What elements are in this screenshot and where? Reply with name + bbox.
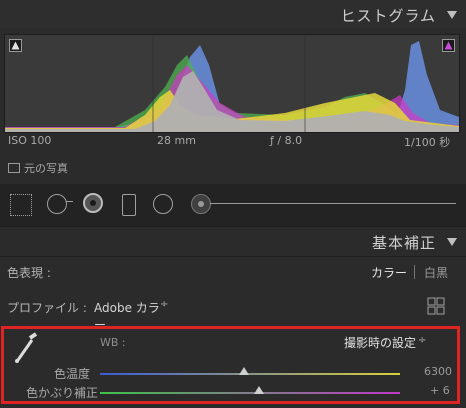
histogram-display	[4, 34, 460, 133]
profile-label: プロファイル :	[7, 301, 87, 315]
exif-focal-length: 28 mm	[157, 134, 196, 147]
treatment-bw-option[interactable]: 白黒	[424, 264, 448, 281]
tool-strip	[0, 184, 466, 226]
basic-panel-header[interactable]: 基本補正	[0, 227, 466, 255]
adjustment-brush-icon[interactable]	[191, 194, 211, 214]
temp-value[interactable]: 6300	[424, 365, 452, 378]
radial-filter-icon[interactable]	[153, 194, 173, 214]
exif-iso: ISO 100	[8, 134, 52, 147]
spot-removal-icon[interactable]	[47, 194, 67, 214]
exif-aperture: ƒ / 8.0	[270, 134, 303, 147]
section-divider	[0, 256, 466, 257]
profile-arrows-icon: ÷	[160, 299, 169, 310]
treatment-color-option[interactable]: カラー	[371, 264, 407, 281]
temp-slider-track[interactable]	[100, 373, 400, 375]
tint-slider-track[interactable]	[100, 392, 400, 394]
tint-value[interactable]: + 6	[430, 384, 450, 397]
wb-preset-arrows-icon: ÷	[418, 335, 427, 346]
graduated-filter-icon[interactable]	[122, 194, 136, 216]
basic-panel-title: 基本補正	[371, 234, 436, 252]
tint-slider-thumb[interactable]	[254, 386, 264, 394]
histogram-panel-header[interactable]: ヒストグラム	[0, 0, 466, 28]
histogram-title: ヒストグラム	[340, 7, 436, 25]
spot-removal-arrow-icon	[66, 201, 73, 202]
exif-shutter: 1/100 秒	[404, 136, 451, 149]
redeye-correction-icon[interactable]	[83, 193, 103, 213]
brush-size-track[interactable]	[210, 203, 456, 204]
collapse-triangle-icon[interactable]	[447, 11, 457, 19]
redeye-pupil-icon	[90, 200, 96, 206]
collapse-triangle-icon[interactable]	[447, 238, 457, 246]
wb-eyedropper-icon[interactable]	[10, 332, 40, 364]
original-photo-checkbox[interactable]	[8, 163, 20, 173]
temp-slider-thumb[interactable]	[239, 367, 249, 375]
option-separator	[414, 265, 415, 279]
brush-dot-icon	[198, 201, 204, 207]
wb-label: WB :	[100, 336, 126, 349]
white-balance-section: WB : 撮影時の設定 ÷ 色温度 6300 色かぶり補正 + 6	[1, 326, 460, 404]
tint-label: 色かぶり補正	[26, 386, 99, 400]
original-photo-label: 元の写真	[24, 162, 68, 175]
temp-label: 色温度	[54, 367, 91, 381]
crop-overlay-icon[interactable]	[10, 194, 32, 216]
treatment-label: 色表現 :	[7, 266, 51, 280]
profile-browser-grid-icon[interactable]	[427, 297, 445, 315]
histogram-graph	[5, 35, 459, 132]
